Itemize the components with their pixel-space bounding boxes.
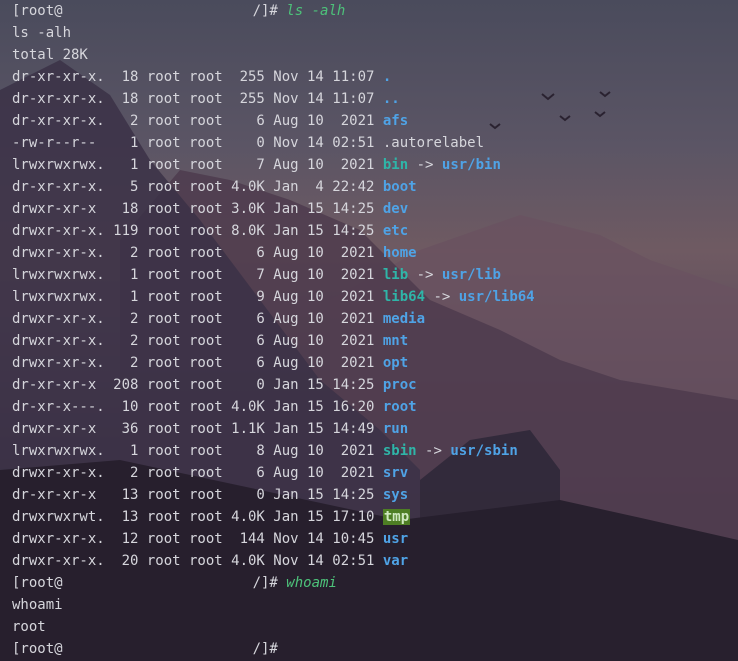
entry-meta: lrwxrwxrwx. 1 root root 9 Aug 10 2021 <box>12 289 383 305</box>
entry-meta: dr-xr-xr-x. 18 root root 255 Nov 14 11:0… <box>12 69 383 85</box>
entry-name[interactable]: sys <box>383 487 408 503</box>
command-text: ls -alh <box>286 3 346 19</box>
entry-meta: dr-xr-x---. 10 root root 4.0K Jan 15 16:… <box>12 399 383 415</box>
listing-row: drwxr-xr-x. 20 root root 4.0K Nov 14 02:… <box>12 550 408 572</box>
entry-name[interactable]: opt <box>383 355 408 371</box>
entry-meta: drwxr-xr-x. 2 root root 6 Aug 10 2021 <box>12 465 383 481</box>
entry-name[interactable]: home <box>383 245 417 261</box>
listing-row: drwxr-xr-x. 119 root root 8.0K Jan 15 14… <box>12 220 408 242</box>
symlink-arrow: -> <box>408 267 442 283</box>
listing-row: drwxr-xr-x. 12 root root 144 Nov 14 10:4… <box>12 528 408 550</box>
total-line: total 28K <box>12 47 88 63</box>
entry-meta: lrwxrwxrwx. 1 root root 7 Aug 10 2021 <box>12 267 383 283</box>
listing-row: drwxrwxrwt. 13 root root 4.0K Jan 15 17:… <box>12 506 411 528</box>
listing-row: dr-xr-x---. 10 root root 4.0K Jan 15 16:… <box>12 396 417 418</box>
entry-name[interactable]: tmp <box>382 509 411 525</box>
listing-row: lrwxrwxrwx. 1 root root 8 Aug 10 2021 sb… <box>12 440 518 462</box>
listing-row: drwxr-xr-x. 2 root root 6 Aug 10 2021 op… <box>12 352 408 374</box>
entry-name[interactable]: afs <box>383 113 408 129</box>
terminal-line-prompt: [root@ /]# ls -alh <box>12 0 345 22</box>
symlink-arrow: -> <box>416 443 451 459</box>
entry-meta: dr-xr-xr-x. 5 root root 4.0K Jan 4 22:42 <box>12 179 383 195</box>
listing-row: dr-xr-xr-x 208 root root 0 Jan 15 14:25 … <box>12 374 417 396</box>
terminal-line-output: root <box>12 616 46 638</box>
terminal-line-prompt: [root@ /]# whoami <box>12 572 337 594</box>
entry-meta: drwxr-xr-x. 20 root root 4.0K Nov 14 02:… <box>12 553 383 569</box>
terminal-line-echo2: whoami <box>12 594 63 616</box>
entry-meta: drwxr-xr-x. 119 root root 8.0K Jan 15 14… <box>12 223 383 239</box>
listing-row: -rw-r--r-- 1 root root 0 Nov 14 02:51 .a… <box>12 132 484 154</box>
entry-name[interactable]: lib <box>383 267 408 283</box>
entry-name[interactable]: proc <box>383 377 417 393</box>
terminal-output[interactable]: [root@ /]# ls -alh ls -alh total 28K dr-xr-x… <box>0 0 738 661</box>
entry-meta: dr-xr-xr-x. 2 root root 6 Aug 10 2021 <box>12 113 383 129</box>
entry-meta: dr-xr-xr-x 13 root root 0 Jan 15 14:25 <box>12 487 383 503</box>
entry-name[interactable]: bin <box>383 157 408 173</box>
symlink-target[interactable]: usr/lib <box>442 267 501 283</box>
prompt-suffix: /]# <box>252 3 287 19</box>
listing-row: drwxr-xr-x. 2 root root 6 Aug 10 2021 mn… <box>12 330 408 352</box>
entry-meta: drwxr-xr-x 18 root root 3.0K Jan 15 14:2… <box>12 201 383 217</box>
listing-row: drwxr-xr-x. 2 root root 6 Aug 10 2021 ho… <box>12 242 417 264</box>
command-echo: whoami <box>12 597 63 613</box>
listing-row: drwxr-xr-x 18 root root 3.0K Jan 15 14:2… <box>12 198 408 220</box>
entry-meta: lrwxrwxrwx. 1 root root 8 Aug 10 2021 <box>12 443 383 459</box>
listing-row: dr-xr-xr-x. 18 root root 255 Nov 14 11:0… <box>12 66 391 88</box>
symlink-target[interactable]: usr/bin <box>442 157 501 173</box>
symlink-arrow: -> <box>425 289 459 305</box>
entry-name[interactable]: srv <box>383 465 408 481</box>
entry-name[interactable]: boot <box>383 179 417 195</box>
listing-row: dr-xr-xr-x. 2 root root 6 Aug 10 2021 af… <box>12 110 408 132</box>
listing-row: dr-xr-xr-x. 5 root root 4.0K Jan 4 22:42… <box>12 176 417 198</box>
entry-meta: drwxr-xr-x. 2 root root 6 Aug 10 2021 <box>12 245 383 261</box>
entry-name[interactable]: usr <box>383 531 408 547</box>
entry-meta: drwxr-xr-x. 2 root root 6 Aug 10 2021 <box>12 311 383 327</box>
command-echo: ls -alh <box>12 25 72 41</box>
entry-name[interactable]: lib64 <box>383 289 425 305</box>
listing-row: lrwxrwxrwx. 1 root root 7 Aug 10 2021 bi… <box>12 154 501 176</box>
terminal-line-echo: ls -alh <box>12 22 71 44</box>
prompt-prefix: [root@ <box>12 575 63 591</box>
entry-meta: drwxr-xr-x 36 root root 1.1K Jan 15 14:4… <box>12 421 383 437</box>
terminal-line-total: total 28K <box>12 44 88 66</box>
entry-name[interactable]: root <box>383 399 417 415</box>
entry-name[interactable]: var <box>383 553 408 569</box>
symlink-target[interactable]: usr/lib64 <box>459 289 535 305</box>
entry-name[interactable]: mnt <box>383 333 408 349</box>
entry-meta: drwxr-xr-x. 12 root root 144 Nov 14 10:4… <box>12 531 383 547</box>
listing-row: drwxr-xr-x 36 root root 1.1K Jan 15 14:4… <box>12 418 408 440</box>
entry-meta: drwxr-xr-x. 2 root root 6 Aug 10 2021 <box>12 355 383 371</box>
terminal-line-prompt: [root@ /]# <box>12 638 286 660</box>
symlink-target[interactable]: usr/sbin <box>450 443 517 459</box>
listing-row: dr-xr-xr-x 13 root root 0 Jan 15 14:25 s… <box>12 484 408 506</box>
entry-meta: lrwxrwxrwx. 1 root root 7 Aug 10 2021 <box>12 157 383 173</box>
entry-meta: dr-xr-xr-x 208 root root 0 Jan 15 14:25 <box>12 377 383 393</box>
prompt-prefix: [root@ <box>12 641 63 657</box>
listing-row: drwxr-xr-x. 2 root root 6 Aug 10 2021 me… <box>12 308 425 330</box>
entry-name[interactable]: run <box>383 421 408 437</box>
entry-meta: drwxr-xr-x. 2 root root 6 Aug 10 2021 <box>12 333 383 349</box>
prompt-suffix: /]# <box>252 575 287 591</box>
listing-row: lrwxrwxrwx. 1 root root 7 Aug 10 2021 li… <box>12 264 501 286</box>
entry-meta: drwxrwxrwt. 13 root root 4.0K Jan 15 17:… <box>12 509 383 525</box>
entry-name[interactable]: sbin <box>383 443 417 459</box>
prompt-prefix: [root@ <box>12 3 63 19</box>
entry-name[interactable]: dev <box>383 201 408 217</box>
entry-name[interactable]: .autorelabel <box>383 135 484 151</box>
symlink-arrow: -> <box>408 157 442 173</box>
entry-meta: dr-xr-xr-x. 18 root root 255 Nov 14 11:0… <box>12 91 383 107</box>
listing-row: lrwxrwxrwx. 1 root root 9 Aug 10 2021 li… <box>12 286 535 308</box>
command-text: whoami <box>286 575 337 591</box>
command-output: root <box>12 619 46 635</box>
entry-name[interactable]: . <box>383 69 391 85</box>
prompt-suffix: /]# <box>252 641 287 657</box>
entry-name[interactable]: etc <box>383 223 408 239</box>
listing-row: dr-xr-xr-x. 18 root root 255 Nov 14 11:0… <box>12 88 400 110</box>
entry-meta: -rw-r--r-- 1 root root 0 Nov 14 02:51 <box>12 135 383 151</box>
entry-name[interactable]: .. <box>383 91 400 107</box>
listing-row: drwxr-xr-x. 2 root root 6 Aug 10 2021 sr… <box>12 462 408 484</box>
entry-name[interactable]: media <box>383 311 425 327</box>
